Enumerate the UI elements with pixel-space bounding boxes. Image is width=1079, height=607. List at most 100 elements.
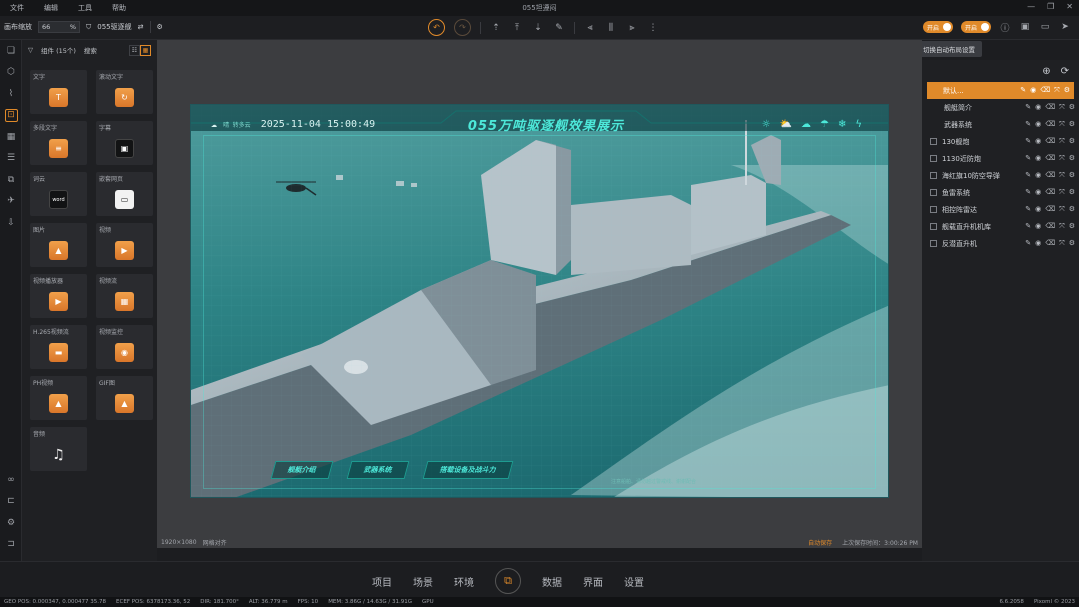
link-icon[interactable]: ∞ [0, 469, 22, 491]
layer-checkbox[interactable] [930, 138, 937, 145]
scene-canvas[interactable]: ☁ 晴 转多云 2025-11-04 15:00:49 055万吨驱逐舰效果展示… [190, 104, 889, 498]
settings-icon[interactable]: ⚙ [157, 23, 163, 31]
edit-icon[interactable]: ✎ [1025, 171, 1031, 180]
settings-icon[interactable]: ⚙ [1064, 86, 1070, 95]
move-icon[interactable]: ⤧ [1059, 154, 1065, 163]
move-icon[interactable]: ⤧ [1059, 103, 1065, 112]
edit-icon[interactable]: ✎ [1025, 188, 1031, 197]
send-icon[interactable]: ➤ [1059, 21, 1071, 33]
visible-icon[interactable]: ◉ [1035, 120, 1041, 129]
move-icon[interactable]: ⤧ [1059, 137, 1065, 146]
menu-help[interactable]: 帮助 [102, 3, 136, 13]
nav-ui[interactable]: 界面 [583, 574, 603, 589]
settings-icon[interactable]: ⚙ [1069, 188, 1075, 197]
nav-home-icon[interactable]: ⧉ [495, 568, 521, 594]
edit-icon[interactable]: ✎ [1025, 222, 1031, 231]
nav-data[interactable]: 数据 [542, 574, 562, 589]
filter-label[interactable]: 055驱逐舰 [97, 22, 131, 32]
info-icon[interactable]: ⓘ [999, 21, 1011, 34]
nav-settings[interactable]: 设置 [624, 574, 644, 589]
snow-icon[interactable]: ❄ [838, 119, 846, 130]
weapon-system-button[interactable]: 武器系统 [346, 461, 410, 479]
delete-icon[interactable]: ⌫ [1045, 188, 1055, 197]
edit-icon[interactable]: ✎ [1025, 205, 1031, 214]
component-card[interactable]: 视频 ▶ [96, 223, 153, 267]
settings-icon[interactable]: ⚙ [1069, 120, 1075, 129]
menu-tools[interactable]: 工具 [68, 3, 102, 13]
layer-checkbox[interactable] [930, 240, 937, 247]
toggle-b[interactable]: 开启 [960, 21, 991, 33]
refresh-icon[interactable]: ⟳ [1061, 66, 1069, 77]
component-card[interactable]: 字幕 ▣ [96, 121, 153, 165]
settings-icon[interactable]: ⚙ [1069, 154, 1075, 163]
layer-checkbox[interactable] [930, 155, 937, 162]
edit-icon[interactable]: ✎ [1025, 154, 1031, 163]
edit-icon[interactable]: ✎ [1020, 86, 1026, 95]
grid-view-icon[interactable]: ▦ [140, 44, 151, 56]
nav-environment[interactable]: 环境 [454, 574, 474, 589]
component-icon[interactable]: ⊡ [0, 105, 22, 127]
list-view-icon[interactable]: ☷ [129, 44, 140, 56]
cloud-sun-icon[interactable]: ⛅ [780, 119, 792, 130]
align-center-icon[interactable]: ⫼ [605, 22, 617, 34]
undo-button[interactable]: ↶ [428, 19, 445, 36]
cloud-icon[interactable]: ☁ [801, 119, 811, 130]
resolution-label[interactable]: 1920×1080 [161, 539, 197, 546]
delete-icon[interactable]: ⌫ [1045, 222, 1055, 231]
file-icon[interactable]: ❏ [0, 40, 22, 62]
visible-icon[interactable]: ◉ [1035, 154, 1041, 163]
filter-icon[interactable]: ⛉ [86, 23, 91, 32]
layer-icon[interactable]: ⊏ [0, 491, 22, 513]
align-top-icon[interactable]: ⤒ [511, 22, 523, 34]
delete-icon[interactable]: ⌫ [1040, 86, 1050, 95]
layer-checkbox[interactable] [930, 223, 937, 230]
layer-row[interactable]: 130舰炮 ✎ ◉ ⌫ ⤧ ⚙ [922, 133, 1079, 150]
autosave-label[interactable]: 自动保存 [808, 538, 832, 547]
nav-project[interactable]: 项目 [372, 574, 392, 589]
layer-row[interactable]: 鱼雷系统 ✎ ◉ ⌫ ⤧ ⚙ [922, 184, 1079, 201]
visible-icon[interactable]: ◉ [1035, 239, 1041, 248]
move-icon[interactable]: ⤧ [1059, 222, 1065, 231]
nav-scene[interactable]: 场景 [413, 574, 433, 589]
settings-icon[interactable]: ⚙ [1069, 222, 1075, 231]
sun-icon[interactable]: ☼ [762, 119, 771, 130]
menu-edit[interactable]: 编辑 [34, 3, 68, 13]
storm-icon[interactable]: ϟ [855, 119, 862, 130]
move-icon[interactable]: ⤧ [1059, 120, 1065, 129]
maximize-icon[interactable]: ❐ [1047, 2, 1054, 11]
edit-icon[interactable]: ✎ [1025, 239, 1031, 248]
edit-icon[interactable]: ✎ [1025, 120, 1031, 129]
monitor-icon[interactable]: ▭ [1039, 21, 1051, 33]
component-card[interactable]: 视频播放器 ▶ [30, 274, 87, 318]
layer-row[interactable]: 武器系统 ✎ ◉ ⌫ ⤧ ⚙ [922, 116, 1079, 133]
rain-icon[interactable]: ☂ [820, 119, 829, 130]
component-card[interactable]: GIF图 ▲ [96, 376, 153, 420]
close-icon[interactable]: ✕ [1066, 2, 1073, 11]
visible-icon[interactable]: ◉ [1030, 86, 1036, 95]
visible-icon[interactable]: ◉ [1035, 137, 1041, 146]
target-icon[interactable]: ⊕ [1042, 66, 1050, 77]
export-icon[interactable]: ⇩ [0, 212, 22, 234]
plugin-icon[interactable]: ⧉ [0, 169, 22, 191]
list-icon[interactable]: ☰ [0, 148, 22, 170]
save-icon[interactable]: ▣ [1019, 21, 1031, 33]
settings-icon[interactable]: ⚙ [1069, 171, 1075, 180]
align-left-icon[interactable]: ⫷ [584, 22, 596, 34]
edit-icon[interactable]: ✎ [1025, 137, 1031, 146]
layer-row[interactable]: 海红旗10防空导弹 ✎ ◉ ⌫ ⤧ ⚙ [922, 167, 1079, 184]
visible-icon[interactable]: ◉ [1035, 188, 1041, 197]
align-right-icon[interactable]: ⫸ [626, 22, 638, 34]
layer-checkbox[interactable] [930, 172, 937, 179]
component-card[interactable]: 音频 ♫ [30, 427, 87, 471]
exit-icon[interactable]: ⊐ [0, 534, 22, 556]
ship-intro-button[interactable]: 舰艇介绍 [270, 461, 334, 479]
component-card[interactable]: 滚动文字 ↻ [96, 70, 153, 114]
toggle-a[interactable]: 开启 [922, 21, 953, 33]
grid-snap-label[interactable]: 网格对齐 [203, 538, 227, 547]
settings-icon[interactable]: ⚙ [1069, 239, 1075, 248]
filter-icon[interactable]: ▽ [28, 46, 33, 54]
component-card[interactable]: PH视频 ▲ [30, 376, 87, 420]
minimize-icon[interactable]: — [1027, 2, 1035, 11]
layer-row[interactable]: 相控阵雷达 ✎ ◉ ⌫ ⤧ ⚙ [922, 201, 1079, 218]
brush-icon[interactable]: ✎ [553, 22, 565, 34]
